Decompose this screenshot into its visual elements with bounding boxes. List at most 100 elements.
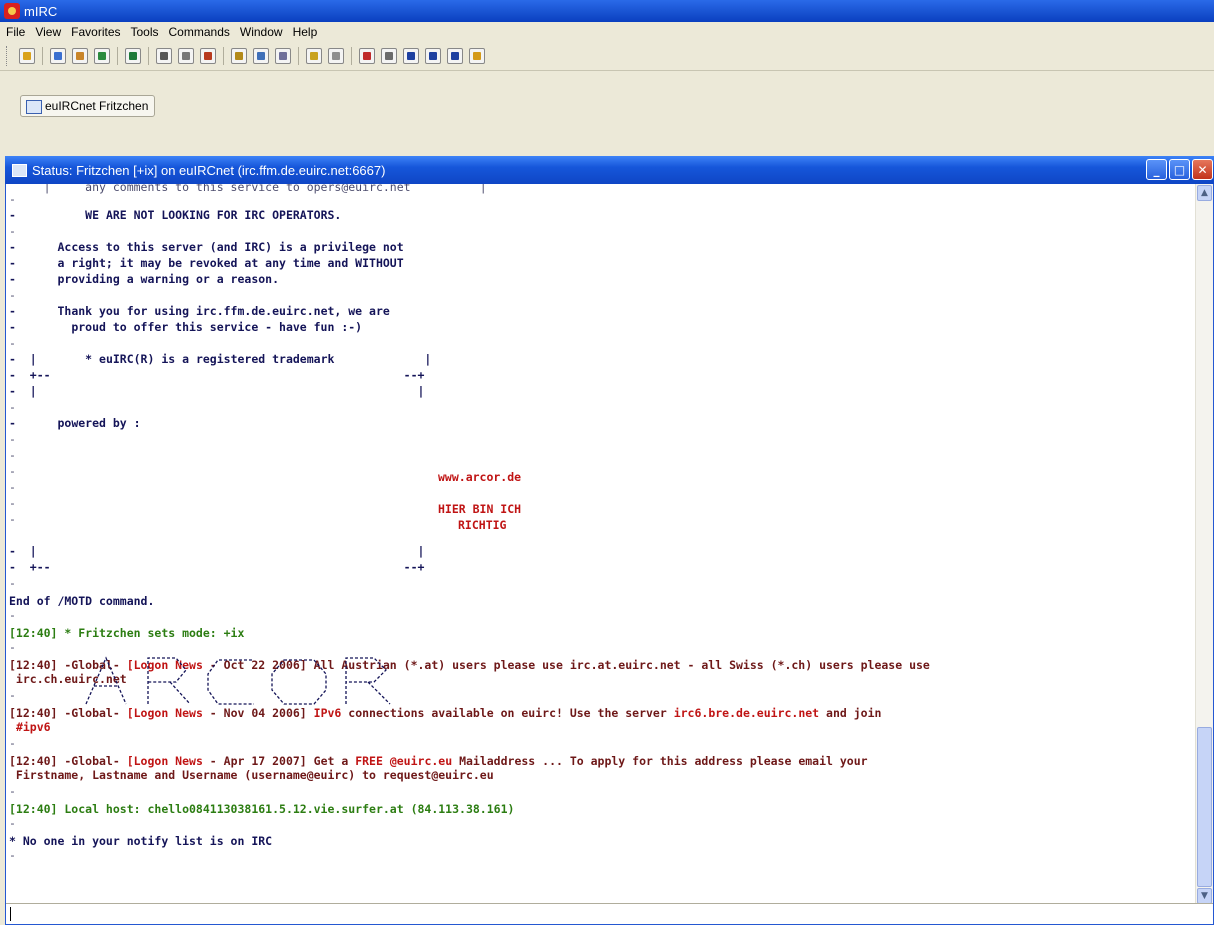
motd-line: - powered by :: [9, 416, 141, 430]
chat-log[interactable]: | any comments to this service to opers@…: [6, 184, 1198, 905]
motd-line: - | * euIRC(R) is a registered trademark…: [9, 352, 431, 366]
motd-spacer: -: [9, 192, 16, 206]
motd-spacer: -: [9, 336, 16, 350]
toolbar-separator: [42, 47, 43, 65]
chat-scrollbar[interactable]: ▲ ▼: [1195, 184, 1213, 905]
send-file-icon[interactable]: [231, 48, 247, 64]
switchbar-tab-status[interactable]: euIRCnet Fritzchen: [20, 95, 156, 117]
dash: -: [9, 320, 72, 334]
mode-message: [12:40] * Fritzchen sets mode: +ix: [9, 626, 245, 640]
motd-line: - Access to this server (and IRC) is a p…: [9, 240, 404, 254]
log-viewer-icon[interactable]: [381, 48, 397, 64]
status-window-titlebar[interactable]: Status: Fritzchen [+ix] on euIRCnet (irc…: [5, 156, 1214, 184]
menu-window[interactable]: Window: [234, 25, 287, 39]
motd-line: - proud to offer this service - have fun…: [9, 320, 362, 334]
toolbar-grip[interactable]: [6, 46, 10, 66]
toolbar-separator: [148, 47, 149, 65]
dash: -: [9, 272, 58, 286]
cascade-icon[interactable]: [403, 48, 419, 64]
motd-line: - | |: [9, 384, 424, 398]
motd-spacer: -: [9, 480, 16, 494]
status-window-icon: [12, 163, 27, 177]
news-prefix: [12:40] -Global-: [9, 754, 127, 768]
app-title: mIRC: [24, 3, 58, 19]
mirc-icon: [4, 3, 20, 19]
toolbar-separator: [223, 47, 224, 65]
dash: -: [9, 208, 86, 222]
motd-line: | any comments to this service to opers@…: [9, 184, 487, 194]
motd-spacer: -: [9, 464, 16, 478]
news-tag: [Logon News: [126, 754, 203, 768]
scroll-thumb[interactable]: [1197, 727, 1212, 887]
status-window-icon: [26, 100, 42, 114]
spacer: -: [9, 784, 16, 798]
motd-box-pipe: | |: [29, 544, 425, 558]
news-text: Mailaddress ... To apply for this addres…: [452, 754, 868, 768]
colors-icon[interactable]: [200, 48, 216, 64]
menu-commands[interactable]: Commands: [163, 25, 234, 39]
status-window-title: Status: Fritzchen [+ix] on euIRCnet (irc…: [32, 162, 386, 178]
motd-line: - | |: [9, 544, 424, 558]
news-text: - Apr 17 2007] Get a: [202, 754, 356, 768]
toolbar-separator: [298, 47, 299, 65]
channel-list-icon[interactable]: [72, 48, 88, 64]
arcor-ascii-logo: [85, 656, 391, 705]
motd-access-1: Access to this server (and IRC) is a pri…: [57, 240, 404, 254]
scroll-down-button[interactable]: ▼: [1197, 888, 1212, 904]
motd-box-corner: +-- --+: [29, 368, 425, 382]
free-highlight: FREE @euirc.eu: [355, 754, 453, 768]
motd-access-3: providing a warning or a reason.: [57, 272, 280, 286]
motd-spacer: -: [9, 496, 16, 510]
spacer: -: [9, 736, 16, 750]
menu-file[interactable]: File: [0, 25, 29, 39]
menu-favorites[interactable]: Favorites: [65, 25, 124, 39]
dash: -: [9, 240, 58, 254]
options-icon[interactable]: [50, 48, 66, 64]
scripts-editor-icon[interactable]: [125, 48, 141, 64]
menu-tools[interactable]: Tools: [125, 25, 163, 39]
news-text: and join: [819, 706, 882, 720]
dcc-chat-icon[interactable]: [275, 48, 291, 64]
spacer: -: [9, 816, 16, 830]
menu-help[interactable]: Help: [287, 25, 322, 39]
motd-spacer: -: [9, 512, 16, 526]
command-input[interactable]: [6, 903, 1213, 924]
dash: -: [9, 368, 30, 382]
localhost-message: [12:40] Local host: chello084113038161.5…: [9, 802, 515, 816]
close-button[interactable]: ✕: [1192, 159, 1213, 180]
channel-highlight: #ipv6: [15, 720, 51, 734]
timer-icon[interactable]: [178, 48, 194, 64]
motd-box-corner: +-- --+: [29, 560, 425, 574]
motd-line: - +-- --+: [9, 368, 424, 382]
dash: -: [9, 352, 30, 366]
motd-line: - Thank you for using irc.ffm.de.euirc.n…: [9, 304, 390, 318]
minimize-button[interactable]: _: [1146, 159, 1167, 180]
motd-spacer: -: [9, 288, 16, 302]
connect-icon[interactable]: [19, 48, 35, 64]
news-3: [12:40] -Global- [Logon News - Apr 17 20…: [9, 754, 868, 768]
address-book-icon[interactable]: [156, 48, 172, 64]
get-file-icon[interactable]: [253, 48, 269, 64]
arrange-icon[interactable]: [447, 48, 463, 64]
notify-message: * No one in your notify list is on IRC: [9, 834, 273, 848]
dash: -: [9, 416, 58, 430]
scroll-up-button[interactable]: ▲: [1197, 185, 1212, 201]
menu-view[interactable]: View: [29, 25, 65, 39]
motd-spacer: -: [9, 608, 16, 622]
motd-spacer: -: [9, 224, 16, 238]
online-timer-icon[interactable]: [359, 48, 375, 64]
tile-icon[interactable]: [425, 48, 441, 64]
help-icon[interactable]: [469, 48, 485, 64]
notify-list-icon[interactable]: [306, 48, 322, 64]
dash: -: [9, 544, 30, 558]
url-list-icon[interactable]: [328, 48, 344, 64]
favorites-icon[interactable]: [94, 48, 110, 64]
motd-thanks-1: Thank you for using irc.ffm.de.euirc.net…: [57, 304, 390, 318]
motd-spacer: -: [9, 576, 16, 590]
toolbar: [0, 42, 1214, 70]
arcor-url: www.arcor.de: [438, 470, 522, 484]
maximize-button[interactable]: □: [1169, 159, 1190, 180]
motd-powered-by: powered by :: [57, 416, 141, 430]
text-caret: [10, 907, 11, 921]
motd-trademark: | * euIRC(R) is a registered trademark |: [29, 352, 432, 366]
